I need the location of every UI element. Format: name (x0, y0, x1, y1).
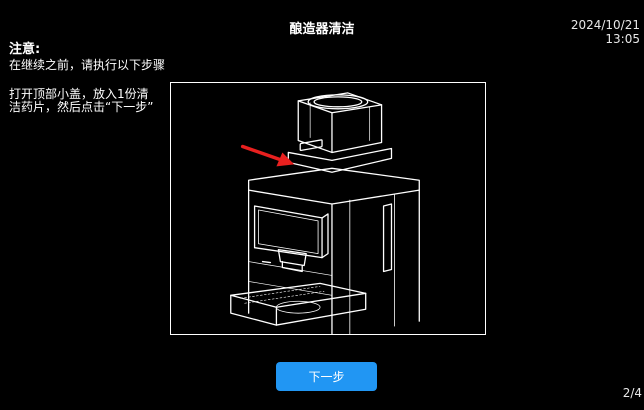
notice-text: 在继续之前，请执行以下步骤 (9, 58, 166, 72)
coffee-machine-drawing (230, 92, 420, 334)
cleaning-screen: 酿造器清洁 2024/10/21 13:05 注意: 在继续之前，请执行以下步骤… (0, 0, 644, 410)
coffee-machine-illustration (170, 82, 486, 335)
time-label: 13:05 (605, 32, 640, 46)
date-label: 2024/10/21 (570, 18, 640, 32)
instruction-text: 打开顶部小盖，放入1份清洁药片，然后点击“下一步” (9, 87, 154, 114)
page-indicator: 2/4 (622, 386, 642, 400)
page-title: 酿造器清洁 (289, 22, 355, 37)
datetime-display: 2024/10/21 13:05 (571, 18, 640, 46)
notice-heading: 注意: (9, 42, 41, 57)
red-arrow-icon (240, 144, 295, 167)
next-step-button[interactable]: 下一步 (276, 362, 377, 391)
